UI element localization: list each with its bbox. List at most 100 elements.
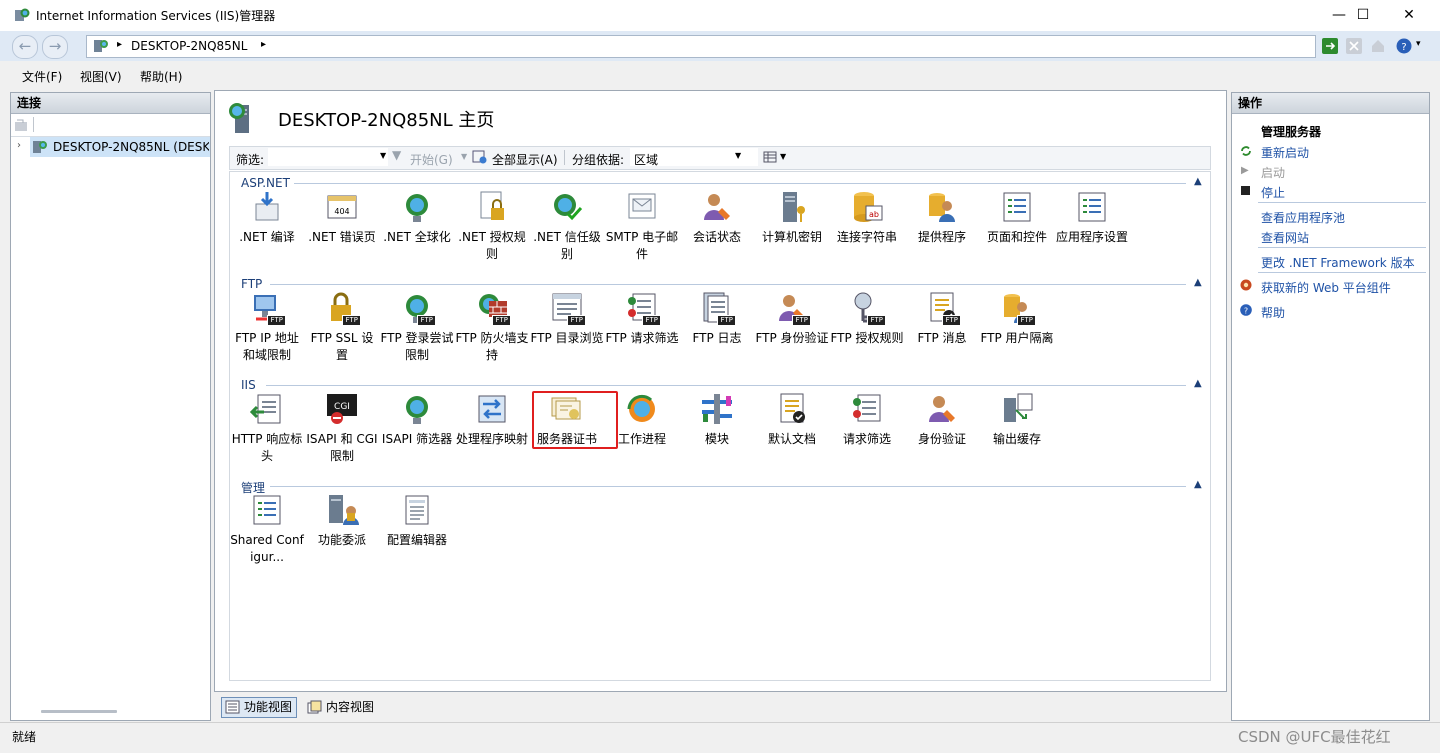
- tree-node-label[interactable]: DESKTOP-2NQ85NL (DESK: [53, 140, 209, 154]
- action-get-web-components[interactable]: 获取新的 Web 平台组件: [1261, 279, 1391, 296]
- menu-bar: 文件(F) 视图(V) 帮助(H): [0, 61, 1440, 89]
- help-dropdown-icon[interactable]: ▾: [1416, 39, 1421, 49]
- expand-chevron-icon[interactable]: ›: [17, 140, 21, 151]
- group-by-dropdown-icon[interactable]: ▼: [735, 151, 741, 160]
- breadcrumb-chevron-icon[interactable]: ▸: [261, 39, 266, 50]
- collapse-ftp-icon[interactable]: ▲: [1194, 277, 1202, 288]
- feature-item[interactable]: Shared Configur...: [230, 493, 304, 566]
- ftp-globe-icon: FTP: [400, 291, 436, 326]
- feature-item[interactable]: ab 连接字符串: [830, 190, 904, 246]
- feature-item[interactable]: 默认文档: [755, 392, 829, 448]
- close-button[interactable]: ✕: [1386, 0, 1432, 31]
- action-help[interactable]: 帮助: [1261, 304, 1285, 321]
- view-tabs: 功能视图 内容视图: [221, 694, 1219, 720]
- action-view-sites[interactable]: 查看网站: [1261, 229, 1309, 246]
- start-dropdown-icon[interactable]: ▼: [461, 152, 467, 161]
- feature-item[interactable]: 工作进程: [605, 392, 679, 448]
- feature-item[interactable]: FTP FTP 请求筛选: [605, 291, 679, 347]
- feature-item[interactable]: FTP FTP 授权规则: [830, 291, 904, 347]
- feature-item[interactable]: FTP FTP 身份验证: [755, 291, 829, 347]
- features-list: ASP.NET ▲ FTP ▲ IIS ▲ 管理 ▲ .NET 编译 404 .NE…: [229, 171, 1211, 681]
- feature-item[interactable]: FTP FTP 目录浏览: [530, 291, 604, 347]
- tab-features-view[interactable]: 功能视图: [221, 697, 298, 718]
- filter-dropdown-icon[interactable]: ▼: [380, 151, 386, 160]
- feature-item[interactable]: 配置编辑器: [380, 493, 454, 549]
- action-restart[interactable]: 重新启动: [1261, 144, 1309, 161]
- feature-item[interactable]: .NET 授权规则: [455, 190, 529, 263]
- feature-item[interactable]: 模块: [680, 392, 754, 448]
- ftp-badge-icon: FTP: [1017, 315, 1036, 326]
- breadcrumb-server[interactable]: DESKTOP-2NQ85NL: [131, 39, 247, 53]
- feature-item[interactable]: 输出缓存: [980, 392, 1054, 448]
- isapi-filter-icon: [400, 392, 434, 426]
- action-stop[interactable]: 停止: [1261, 184, 1285, 201]
- ftp-badge-icon: FTP: [267, 315, 286, 326]
- show-all-button[interactable]: 全部显示(A): [492, 151, 558, 168]
- svg-text:ab: ab: [869, 210, 879, 219]
- feature-item[interactable]: 应用程序设置: [1055, 190, 1129, 246]
- action-change-net-version[interactable]: 更改 .NET Framework 版本: [1261, 254, 1415, 271]
- feature-item[interactable]: .NET 信任级别: [530, 190, 604, 263]
- forward-button[interactable]: →: [42, 35, 68, 59]
- horizontal-scrollbar[interactable]: [41, 710, 117, 713]
- new-connection-icon[interactable]: [14, 118, 28, 132]
- action-view-app-pools[interactable]: 查看应用程序池: [1261, 209, 1345, 226]
- feature-item[interactable]: .NET 全球化: [380, 190, 454, 246]
- feature-item[interactable]: CGI ISAPI 和 CGI 限制: [305, 392, 379, 465]
- view-mode-icon[interactable]: [763, 150, 777, 164]
- back-button[interactable]: ←: [12, 35, 38, 59]
- group-by-select[interactable]: 区域 ▼: [630, 148, 758, 167]
- feature-item[interactable]: 提供程序: [905, 190, 979, 246]
- feature-item[interactable]: 请求筛选: [830, 392, 904, 448]
- feature-item[interactable]: FTP FTP 日志: [680, 291, 754, 347]
- home-icon[interactable]: [1370, 38, 1386, 54]
- feature-label: FTP SSL 设置: [310, 331, 374, 362]
- feature-item[interactable]: HTTP 响应标头: [230, 392, 304, 465]
- stop-icon[interactable]: [1346, 38, 1362, 54]
- feature-item[interactable]: 服务器证书: [530, 392, 604, 448]
- filter-input[interactable]: [268, 148, 388, 166]
- feature-item[interactable]: 页面和控件: [980, 190, 1054, 246]
- feature-item[interactable]: FTP FTP IP 地址和域限制: [230, 291, 304, 364]
- title-bar: Internet Information Services (IIS)管理器 —…: [0, 0, 1440, 31]
- menu-file[interactable]: 文件(F): [22, 68, 62, 85]
- collapse-iis-icon[interactable]: ▲: [1194, 378, 1202, 389]
- ftp-directory-icon: FTP: [550, 291, 586, 326]
- feature-item[interactable]: .NET 编译: [230, 190, 304, 246]
- collapse-management-icon[interactable]: ▲: [1194, 479, 1202, 490]
- tab-content-view[interactable]: 内容视图: [303, 697, 379, 718]
- divider: [1258, 202, 1426, 203]
- feature-item[interactable]: FTP FTP 用户隔离: [980, 291, 1054, 347]
- feature-item[interactable]: FTP FTP 登录尝试限制: [380, 291, 454, 364]
- ftp-badge-icon: FTP: [492, 315, 511, 326]
- action-start[interactable]: 启动: [1261, 164, 1285, 181]
- maximize-button[interactable]: ☐: [1340, 0, 1386, 31]
- menu-help[interactable]: 帮助(H): [140, 68, 182, 85]
- feature-item[interactable]: 会话状态: [680, 190, 754, 246]
- collapse-aspnet-icon[interactable]: ▲: [1194, 176, 1202, 187]
- view-mode-dropdown-icon[interactable]: ▼: [780, 152, 786, 161]
- start-button[interactable]: 开始(G): [410, 151, 453, 168]
- feature-item[interactable]: 功能委派: [305, 493, 379, 549]
- feature-item[interactable]: 身份验证: [905, 392, 979, 448]
- feature-item[interactable]: 处理程序映射: [455, 392, 529, 448]
- address-field[interactable]: ▸ DESKTOP-2NQ85NL ▸: [86, 35, 1316, 58]
- ftp-badge-icon: FTP: [642, 315, 661, 326]
- feature-item[interactable]: FTP FTP 防火墙支持: [455, 291, 529, 364]
- group-by-value: 区域: [634, 153, 659, 167]
- feature-item[interactable]: FTP FTP SSL 设置: [305, 291, 379, 364]
- tree-item-server[interactable]: › DESKTOP-2NQ85NL (DESK: [11, 137, 210, 159]
- feature-item[interactable]: 404 .NET 错误页: [305, 190, 379, 246]
- feature-item[interactable]: 计算机密钥: [755, 190, 829, 246]
- menu-view[interactable]: 视图(V): [80, 68, 122, 85]
- feature-item[interactable]: ISAPI 筛选器: [380, 392, 454, 448]
- feature-item[interactable]: FTP FTP 消息: [905, 291, 979, 347]
- feature-item[interactable]: SMTP 电子邮件: [605, 190, 679, 263]
- feature-label: .NET 授权规则: [458, 230, 526, 261]
- feature-label: HTTP 响应标头: [231, 432, 303, 463]
- mail-icon: [625, 190, 659, 224]
- ftp-firewall-icon: FTP: [475, 291, 511, 326]
- refresh-icon[interactable]: [1322, 38, 1338, 54]
- help-icon[interactable]: ?: [1396, 38, 1412, 54]
- actions-group-header: 管理服务器: [1232, 115, 1429, 139]
